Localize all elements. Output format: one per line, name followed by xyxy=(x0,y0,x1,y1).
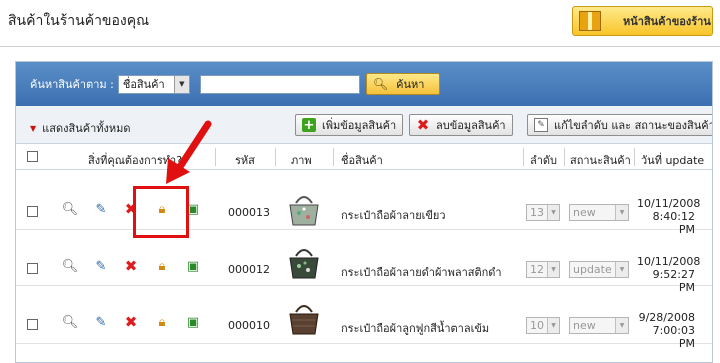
delete-icon: ✖ xyxy=(416,116,430,134)
header-divider xyxy=(634,148,635,166)
arrow-annotation xyxy=(166,120,212,184)
header-divider xyxy=(275,148,276,166)
chevron-down-icon: ▼ xyxy=(615,318,628,333)
header-code: รหัส xyxy=(235,154,255,167)
action-bar: ▼ แสดงสินค้าทั้งหมด + เพิ่มข้อมูลสินค้า … xyxy=(16,106,712,144)
search-label: ค้นหาสินค้าตาม : xyxy=(30,78,114,91)
table-row: 🔍︎ ✎ ✖ 🔒︎ ▣ 000012 กระเป๋าถือผ้าลายดำผ้า… xyxy=(16,230,712,294)
search-bar: ค้นหาสินค้าตาม : ชื่อสินค้า ▼ 🔍︎ ค้นหา xyxy=(16,62,712,106)
shop-page-button-label: หน้าสินค้าของร้าน xyxy=(623,15,711,28)
update-date: 9/28/2008 xyxy=(638,311,695,324)
products-panel: ค้นหาสินค้าตาม : ชื่อสินค้า ▼ 🔍︎ ค้นหา ▼… xyxy=(15,61,713,363)
header-status: สถานะสินค้า xyxy=(570,154,631,167)
shop-page-button[interactable]: หน้าสินค้าของร้าน xyxy=(572,6,713,36)
chevron-down-icon: ▼ xyxy=(173,75,189,93)
add-product-label: เพิ่มข้อมูลสินค้า xyxy=(322,119,397,132)
lock-icon[interactable]: 🔒︎ xyxy=(154,258,170,274)
status-select: new ▼ xyxy=(569,317,629,334)
order-value: 12 xyxy=(530,263,544,276)
lock-icon[interactable]: 🔒︎ xyxy=(154,314,170,330)
order-select: 12 ▼ xyxy=(526,261,560,278)
status-select: update ▼ xyxy=(569,261,629,278)
product-thumbnail xyxy=(289,249,319,279)
product-code: 000012 xyxy=(228,263,270,276)
header-divider xyxy=(523,148,524,166)
select-all-checkbox[interactable] xyxy=(27,151,38,162)
page-title: สินค้าในร้านค้าของคุณ xyxy=(8,13,150,29)
delete-icon[interactable]: ✖ xyxy=(123,313,139,331)
doc-edit-icon: ✎ xyxy=(534,118,548,132)
edit-icon[interactable]: ✎ xyxy=(93,314,109,330)
chevron-down-icon: ▼ xyxy=(615,262,628,277)
product-name: กระเป๋าถือผ้าลายดำผ้าพลาสติกดำ xyxy=(341,266,502,279)
delete-icon[interactable]: ✖ xyxy=(123,257,139,275)
product-name: กระเป๋าถือผ้าลายเขียว xyxy=(341,209,446,222)
search-icon[interactable]: 🔍︎ xyxy=(62,258,79,274)
search-field-select[interactable]: ชื่อสินค้า ▼ xyxy=(117,74,190,94)
chevron-down-icon: ▼ xyxy=(615,205,628,220)
row-checkbox[interactable] xyxy=(27,319,38,330)
reorder-status-label: แก้ไขลำดับ และ สถานะของสินค้า xyxy=(554,119,713,132)
delete-product-label: ลบข้อมูลสินค้า xyxy=(436,119,506,132)
search-icon[interactable]: 🔍︎ xyxy=(62,201,79,217)
image-add-icon[interactable]: ▣ xyxy=(185,314,201,330)
table-row: 🔍︎ ✎ ✖ 🔒︎ ▣ 000013 กระเป๋าถือผ้าลายเขียว… xyxy=(16,170,712,236)
product-name: กระเป๋าถือผ้าลูกฟูกสีน้ำตาลเข้ม xyxy=(341,322,490,335)
edit-icon[interactable]: ✎ xyxy=(93,201,109,217)
table-row: 🔍︎ ✎ ✖ 🔒︎ ▣ 000010 กระเป๋าถือผ้าลูกฟูกสี… xyxy=(16,286,712,350)
product-code: 000013 xyxy=(228,206,270,219)
image-add-icon[interactable]: ▣ xyxy=(185,258,201,274)
title-divider xyxy=(0,46,720,47)
search-input[interactable] xyxy=(199,74,360,94)
header-divider xyxy=(333,148,334,166)
search-icon: 🔍︎ xyxy=(372,77,389,91)
chevron-down-icon: ▼ xyxy=(547,262,559,277)
chevron-down-icon: ▼ xyxy=(547,318,559,333)
header-name: ชื่อสินค้า xyxy=(341,154,383,167)
status-value: new xyxy=(573,206,596,219)
product-thumbnail xyxy=(289,305,319,335)
triangle-down-icon: ▼ xyxy=(30,123,37,133)
edit-icon[interactable]: ✎ xyxy=(93,258,109,274)
header-divider xyxy=(564,148,565,166)
header-image: ภาพ xyxy=(291,154,312,167)
chevron-down-icon: ▼ xyxy=(547,205,559,220)
update-timestamp: 9/28/2008 7:00:03 PM xyxy=(637,311,695,350)
search-icon[interactable]: 🔍︎ xyxy=(62,314,79,330)
update-date: 10/11/2008 xyxy=(637,197,701,210)
update-time: 7:00:03 PM xyxy=(652,324,695,350)
update-date: 10/11/2008 xyxy=(637,255,701,268)
order-value: 13 xyxy=(530,206,544,219)
search-button-label: ค้นหา xyxy=(396,78,425,91)
search-field-value: ชื่อสินค้า xyxy=(122,78,165,91)
reorder-status-button[interactable]: ✎ แก้ไขลำดับ และ สถานะของสินค้า xyxy=(527,114,713,136)
add-product-button[interactable]: + เพิ่มข้อมูลสินค้า xyxy=(295,114,404,136)
order-select: 10 ▼ xyxy=(526,317,560,334)
header-order: ลำดับ xyxy=(530,154,558,167)
table-header: สิ่งที่คุณต้องการทำ? รหัส ภาพ ชื่อสินค้า… xyxy=(16,144,712,170)
row-checkbox[interactable] xyxy=(27,206,38,217)
show-all-toggle[interactable]: ▼ แสดงสินค้าทั้งหมด xyxy=(30,119,131,137)
show-all-label: แสดงสินค้าทั้งหมด xyxy=(42,122,131,135)
product-thumbnail xyxy=(289,196,319,226)
order-select: 13 ▼ xyxy=(526,204,560,221)
highlight-box xyxy=(133,186,189,238)
search-button[interactable]: 🔍︎ ค้นหา xyxy=(365,73,440,95)
add-icon: + xyxy=(302,117,316,133)
delete-product-button[interactable]: ✖ ลบข้อมูลสินค้า xyxy=(409,114,513,136)
status-select: new ▼ xyxy=(569,204,629,221)
header-updated: วันที่ update xyxy=(641,154,705,167)
status-value: new xyxy=(573,319,596,332)
order-value: 10 xyxy=(530,319,544,332)
status-value: update xyxy=(573,263,612,276)
product-code: 000010 xyxy=(228,319,270,332)
row-checkbox[interactable] xyxy=(27,263,38,274)
box-icon xyxy=(579,11,601,31)
